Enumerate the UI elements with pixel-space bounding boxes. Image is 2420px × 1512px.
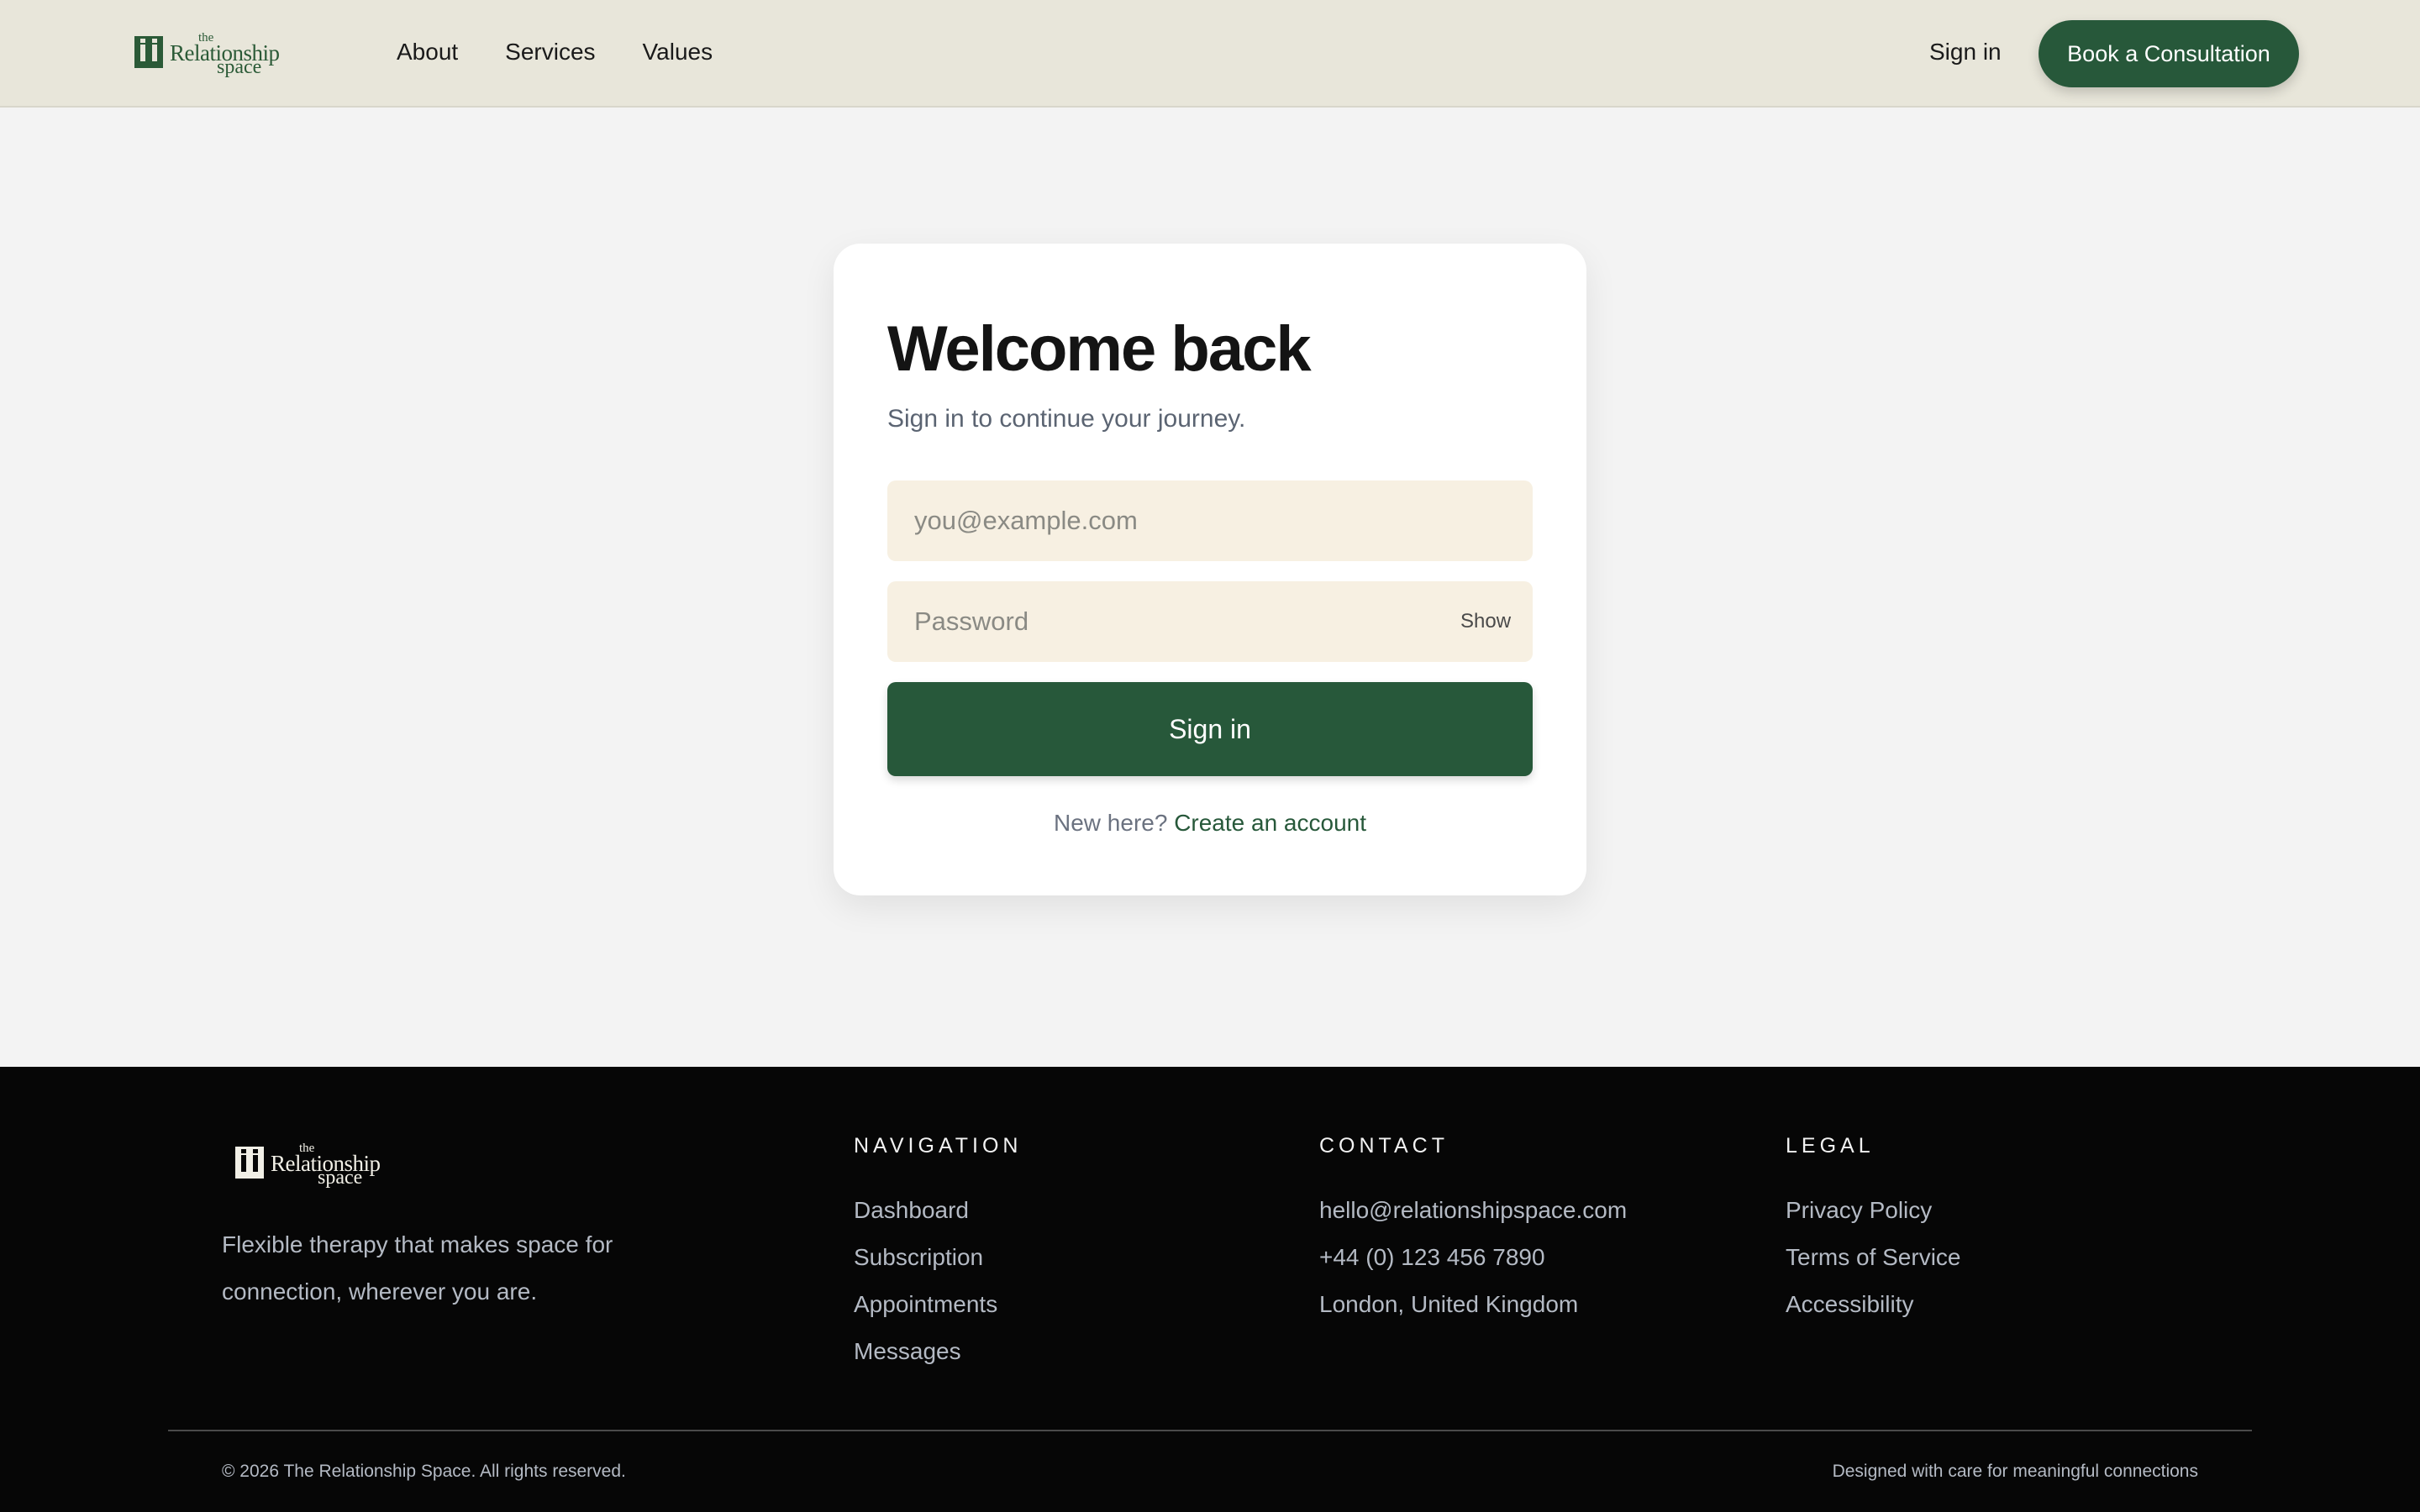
email-field[interactable]	[887, 480, 1533, 561]
page-title: Welcome back	[887, 313, 1312, 385]
footer-link-subscription[interactable]: Subscription	[854, 1234, 1022, 1281]
footer-contact-phone[interactable]: +44 (0) 123 456 7890	[1319, 1234, 1627, 1281]
footer-navigation-column: NAVIGATION Dashboard Subscription Appoin…	[854, 1134, 1022, 1375]
footer-link-messages[interactable]: Messages	[854, 1328, 1022, 1375]
new-here-text: New here?	[1054, 810, 1168, 836]
footer-divider	[168, 1430, 2252, 1431]
footer-logo-mark-icon	[235, 1147, 264, 1179]
footer-tagline: Flexible therapy that makes space for co…	[222, 1231, 613, 1305]
footer-link-accessibility[interactable]: Accessibility	[1786, 1281, 1961, 1328]
footer-link-privacy[interactable]: Privacy Policy	[1786, 1187, 1961, 1234]
footer-logo-wordmark: the Relationship space	[271, 1142, 388, 1189]
footer-column-title: LEGAL	[1786, 1134, 1875, 1158]
book-consultation-button[interactable]: Book a Consultation	[2039, 20, 2299, 87]
footer-contact-email[interactable]: hello@relationshipspace.com	[1319, 1187, 1627, 1234]
main-nav: About Services Values	[397, 39, 713, 66]
footer-link-terms[interactable]: Terms of Service	[1786, 1234, 1961, 1281]
footer-contact-location: London, United Kingdom	[1319, 1291, 1579, 1317]
logo-line2: space	[217, 56, 262, 78]
signup-prompt: New here? Create an account	[834, 810, 1586, 837]
site-footer: the Relationship space Flexible therapy …	[0, 1067, 2420, 1512]
footer-legal-column: LEGAL Privacy Policy Terms of Service Ac…	[1786, 1134, 1961, 1328]
brand-logo[interactable]: the Relationship space	[134, 32, 287, 78]
footer-link-dashboard[interactable]: Dashboard	[854, 1187, 1022, 1234]
copyright-text: © 2026 The Relationship Space. All right…	[222, 1462, 626, 1481]
header-sign-in-link[interactable]: Sign in	[1929, 39, 2002, 66]
logo-mark-icon	[134, 36, 163, 68]
footer-column-title: NAVIGATION	[854, 1134, 1023, 1158]
nav-values[interactable]: Values	[643, 39, 713, 66]
footer-logo-line2: space	[318, 1167, 363, 1189]
page-subtitle: Sign in to continue your journey.	[887, 405, 1246, 433]
designed-by-text: Designed with care for meaningful connec…	[1832, 1462, 2198, 1481]
footer-logo[interactable]: the Relationship space	[235, 1142, 388, 1189]
footer-contact-column: CONTACT hello@relationshipspace.com +44 …	[1319, 1134, 1627, 1328]
sign-in-button[interactable]: Sign in	[887, 682, 1533, 776]
create-account-link[interactable]: Create an account	[1174, 810, 1366, 836]
logo-wordmark: the Relationship space	[170, 32, 287, 78]
nav-about[interactable]: About	[397, 39, 458, 66]
nav-services[interactable]: Services	[505, 39, 595, 66]
show-password-toggle[interactable]: Show	[1460, 610, 1511, 633]
site-header: the Relationship space About Services Va…	[0, 0, 2420, 108]
password-field[interactable]	[887, 581, 1533, 662]
sign-in-card: Welcome back Sign in to continue your jo…	[834, 244, 1586, 895]
footer-link-appointments[interactable]: Appointments	[854, 1281, 1022, 1328]
footer-column-title: CONTACT	[1319, 1134, 1449, 1158]
